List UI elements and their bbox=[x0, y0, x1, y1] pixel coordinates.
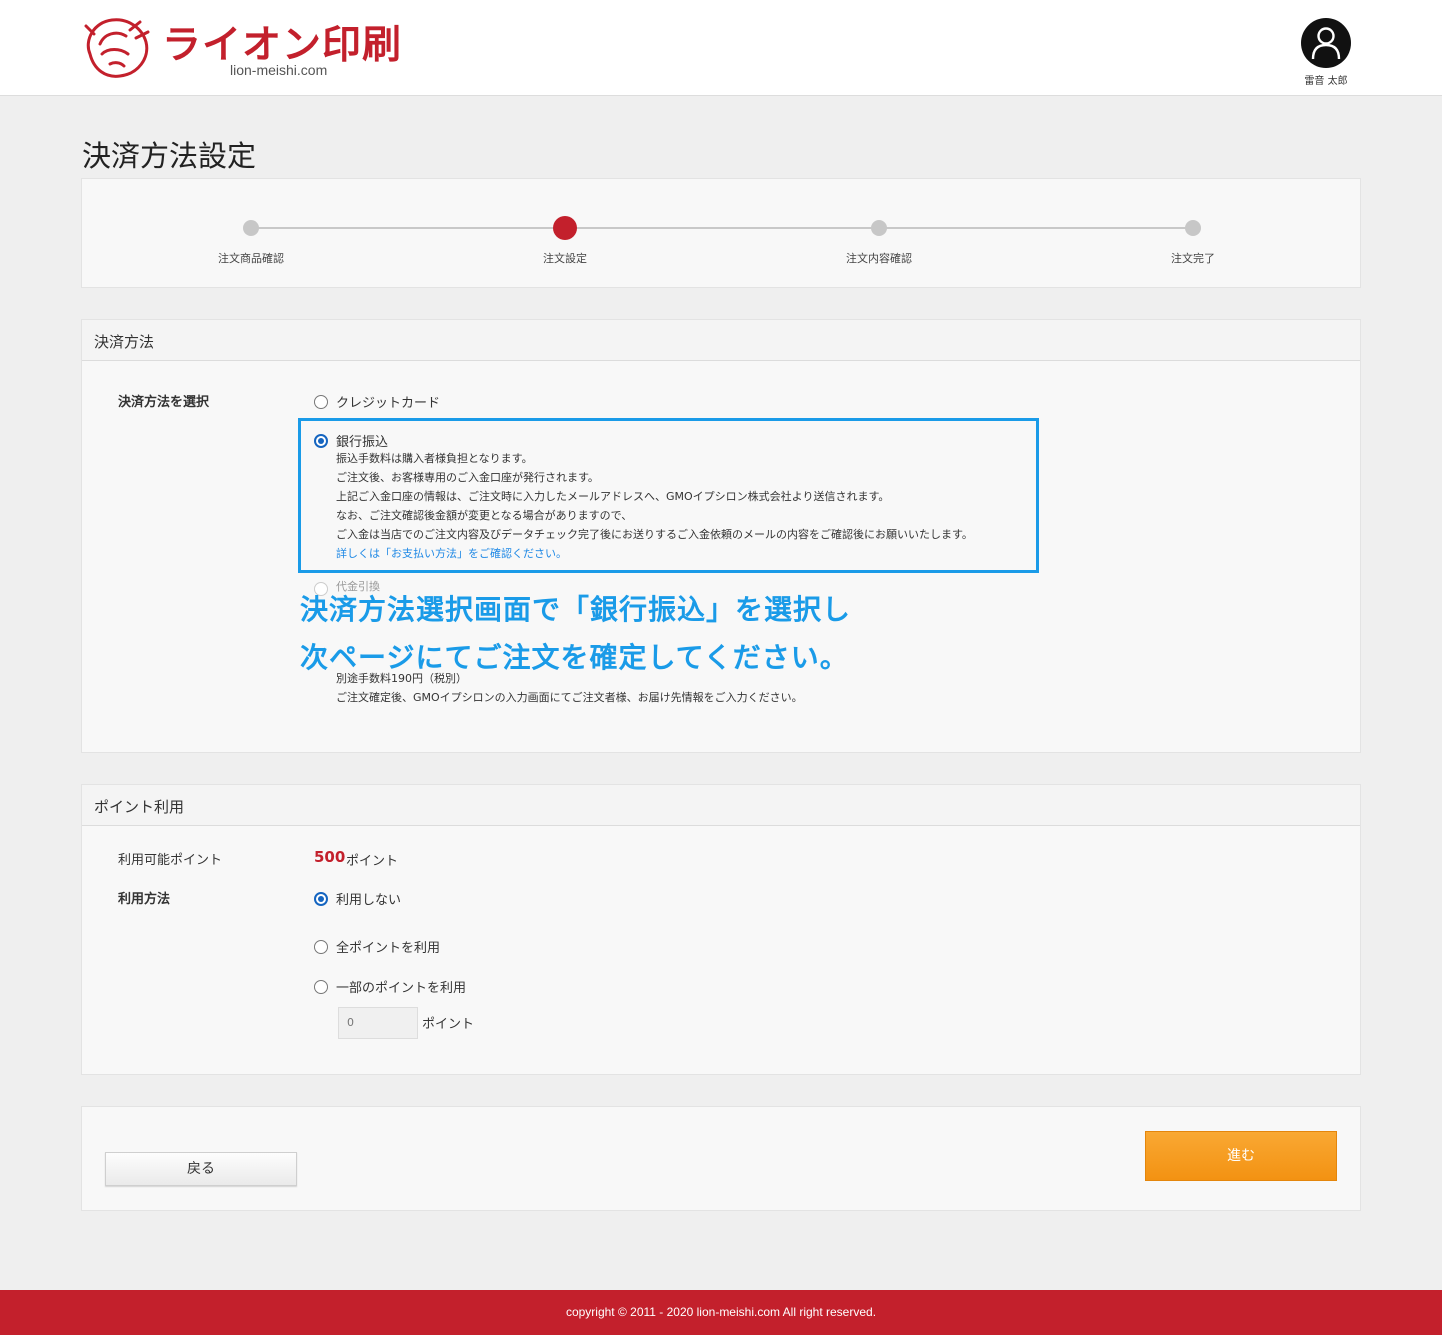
site-header: ライオン印刷 lion-meishi.com 雷音 太郎 bbox=[0, 0, 1442, 96]
order-stepper: 注文商品確認 注文設定 注文内容確認 注文完了 bbox=[81, 178, 1361, 288]
step-label-4: 注文完了 bbox=[1171, 252, 1215, 265]
radio-points-all[interactable] bbox=[314, 940, 328, 954]
step-label-1: 注文商品確認 bbox=[218, 252, 284, 265]
step-label-3: 注文内容確認 bbox=[846, 252, 912, 265]
step-dot-4 bbox=[1185, 220, 1201, 236]
instruction-overlay-line-1: 決済方法選択画面で「銀行振込」を選択し bbox=[300, 593, 852, 626]
points-amount-unit: ポイント bbox=[422, 1017, 475, 1032]
available-points-value: 500 bbox=[314, 848, 346, 866]
option-credit-card-label[interactable]: クレジットカード bbox=[336, 392, 440, 411]
bank-desc-line-2: ご注文後、お客様専用のご入金口座が発行されます。 bbox=[336, 471, 599, 484]
next-button[interactable]: 進む bbox=[1145, 1131, 1337, 1181]
payment-info-link[interactable]: 詳しくは「お支払い方法」をご確認ください。 bbox=[336, 547, 567, 560]
cod-desc-line-2: ご注文確定後、GMOイプシロンの入力画面にてご注文者様、お届け先情報をご入力くだ… bbox=[336, 691, 803, 704]
step-dot-1 bbox=[243, 220, 259, 236]
available-points-label: 利用可能ポイント bbox=[118, 853, 223, 868]
radio-credit-card[interactable] bbox=[314, 395, 328, 409]
radio-points-partial[interactable] bbox=[314, 980, 328, 994]
bank-transfer-description: 振込手数料は購入者様負担となります。 ご注文後、お客様専用のご入金口座が発行され… bbox=[336, 449, 973, 563]
step-dot-3 bbox=[871, 220, 887, 236]
user-name[interactable]: 雷音 太郎 bbox=[1286, 72, 1366, 87]
points-all-label[interactable]: 全ポイントを利用 bbox=[336, 937, 440, 956]
available-points-unit: ポイント bbox=[346, 854, 399, 869]
payment-field-label: 決済方法を選択 bbox=[118, 395, 210, 410]
action-bar: 戻る 進む bbox=[81, 1106, 1361, 1211]
points-section: ポイント利用 利用可能ポイント 500 ポイント 利用方法 利用しない 全ポイン… bbox=[81, 784, 1361, 1075]
points-method-label: 利用方法 bbox=[118, 892, 171, 907]
payment-section-title: 決済方法 bbox=[82, 320, 1360, 361]
bank-desc-line-1: 振込手数料は購入者様負担となります。 bbox=[336, 452, 533, 465]
points-section-title: ポイント利用 bbox=[82, 785, 1360, 826]
step-dot-2 bbox=[553, 216, 577, 240]
person-icon bbox=[1311, 27, 1341, 60]
bank-desc-line-3: 上記ご入金口座の情報は、ご注文時に入力したメールアドレスへ、GMOイプシロン株式… bbox=[336, 490, 890, 503]
stepper-line bbox=[250, 227, 1192, 229]
page-title: 決済方法設定 bbox=[82, 139, 257, 173]
points-none-label[interactable]: 利用しない bbox=[336, 889, 401, 908]
site-footer: copyright © 2011 - 2020 lion-meishi.com … bbox=[0, 1290, 1442, 1335]
option-bank-transfer-label[interactable]: 銀行振込 bbox=[336, 431, 388, 450]
user-avatar-icon[interactable] bbox=[1301, 18, 1351, 68]
points-partial-label[interactable]: 一部のポイントを利用 bbox=[336, 977, 466, 996]
logo-domain: lion-meishi.com bbox=[230, 62, 328, 78]
radio-bank-transfer[interactable] bbox=[314, 434, 328, 448]
instruction-overlay-line-2: 次ページにてご注文を確定してください。 bbox=[300, 641, 849, 674]
payment-method-section: 決済方法 決済方法を選択 クレジットカード 銀行振込 振込手数料は購入者様負担と… bbox=[81, 319, 1361, 753]
lion-head-icon[interactable] bbox=[80, 14, 152, 80]
step-label-2: 注文設定 bbox=[543, 252, 587, 265]
bank-desc-line-5: ご入金は当店でのご注文内容及びデータチェック完了後にお送りするご入金依頼のメール… bbox=[336, 528, 973, 541]
back-button[interactable]: 戻る bbox=[105, 1152, 297, 1186]
bank-desc-line-4: なお、ご注文確認後金額が変更となる場合がありますので、 bbox=[336, 509, 633, 522]
radio-points-none[interactable] bbox=[314, 892, 328, 906]
points-amount-input[interactable]: 0 bbox=[338, 1007, 418, 1039]
